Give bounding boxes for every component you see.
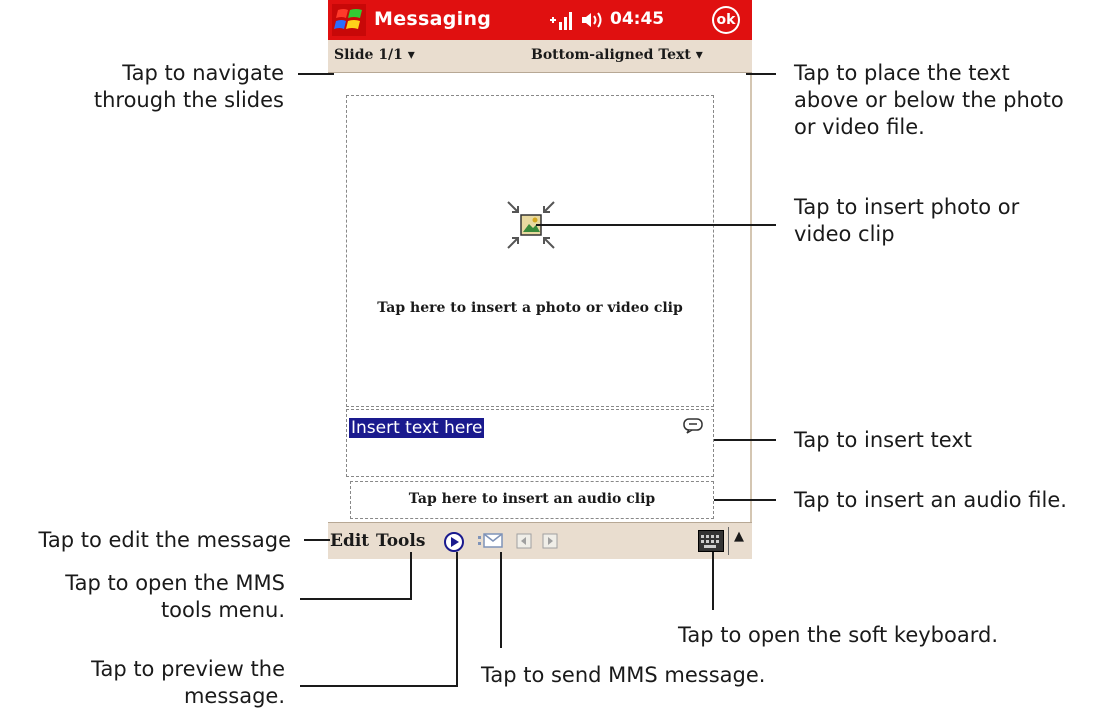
slide-selector[interactable]: Slide 1/1 ▾ [334, 47, 415, 63]
photo-insert-area[interactable]: Tap here to insert a photo or video clip [346, 95, 714, 407]
photo-insert-prompt: Tap here to insert a photo or video clip [377, 300, 683, 316]
leader-line [746, 73, 776, 75]
title-bar: Messaging 04:45 ok [328, 0, 752, 40]
callout-preview: Tap to preview the message. [91, 657, 285, 708]
app-title: Messaging [374, 8, 492, 30]
leader-line [300, 598, 412, 600]
divider [728, 527, 729, 555]
text-placeholder[interactable]: Insert text here [349, 418, 485, 438]
callout-send: Tap to send MMS message. [481, 663, 766, 687]
callout-keyboard: Tap to open the soft keyboard. [678, 623, 999, 647]
start-menu-icon[interactable] [332, 4, 366, 36]
text-insert-area[interactable]: Insert text here [346, 409, 714, 477]
messaging-screen: Messaging 04:45 ok Slide 1/1 ▾ Bottom-al… [328, 0, 752, 559]
menu-bar: Edit Tools ▲ [328, 522, 752, 559]
leader-line [536, 224, 776, 226]
connectivity-icon[interactable] [548, 8, 574, 36]
audio-insert-prompt: Tap here to insert an audio clip [408, 491, 656, 507]
previous-slide-icon[interactable] [516, 533, 532, 553]
message-composer: Tap here to insert a photo or video clip… [328, 73, 752, 522]
leader-line [410, 552, 412, 600]
keyboard-icon[interactable] [698, 530, 724, 552]
leader-line [304, 539, 330, 541]
callout-navigate: Tap to navigate through the slides [93, 61, 284, 112]
leader-line [456, 552, 458, 687]
send-icon[interactable] [478, 533, 504, 553]
leader-line [298, 73, 334, 75]
slide-toolbar: Slide 1/1 ▾ Bottom-aligned Text ▾ [328, 40, 752, 73]
preview-icon[interactable] [443, 531, 465, 557]
audio-insert-area[interactable]: Tap here to insert an audio clip [350, 481, 714, 519]
leader-line [500, 552, 502, 648]
callout-place-text: Tap to place the text above or below the … [794, 61, 1064, 139]
leader-line [300, 685, 458, 687]
text-position-selector[interactable]: Bottom-aligned Text ▾ [531, 47, 703, 63]
callout-insert-photo: Tap to insert photo or video clip [794, 195, 1020, 246]
tools-menu[interactable]: Tools [376, 531, 425, 551]
leader-line [714, 439, 776, 441]
callout-insert-audio: Tap to insert an audio file. [794, 488, 1067, 512]
my-text-icon[interactable] [683, 418, 705, 438]
callout-insert-text: Tap to insert text [794, 428, 972, 452]
volume-icon[interactable] [580, 10, 606, 34]
callout-edit-message: Tap to edit the message [38, 528, 292, 552]
next-slide-icon[interactable] [542, 533, 558, 553]
leader-line [712, 552, 714, 610]
sip-menu-arrow-icon[interactable]: ▲ [734, 529, 744, 544]
ok-button[interactable]: ok [712, 6, 740, 34]
edit-menu[interactable]: Edit [330, 531, 369, 551]
insert-picture-icon[interactable] [504, 198, 558, 256]
clock[interactable]: 04:45 [610, 9, 664, 29]
callout-tools-menu: Tap to open the MMS tools menu. [65, 571, 285, 622]
leader-line [714, 499, 776, 501]
